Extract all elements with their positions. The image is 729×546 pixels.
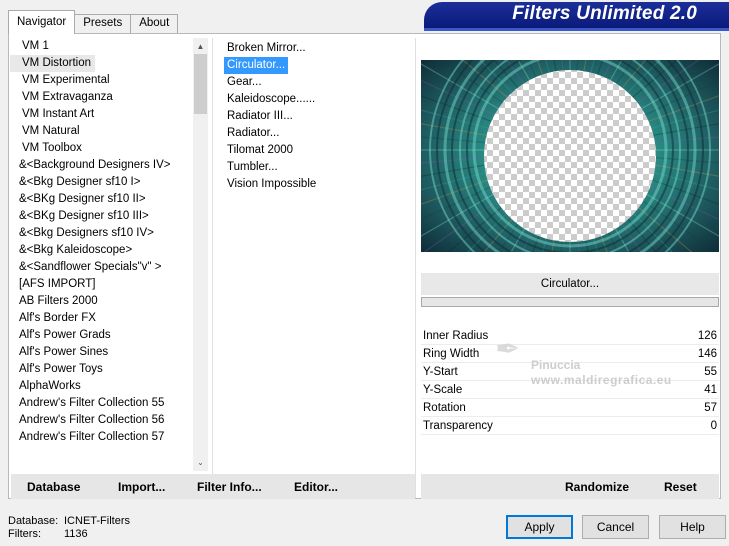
banner-title: Filters Unlimited 2.0 <box>512 3 697 24</box>
filter-item[interactable]: Radiator... <box>217 125 412 142</box>
parameter-list: Inner Radius 126 Ring Width 146 Y-Start … <box>421 327 719 435</box>
param-inner-radius[interactable]: Inner Radius 126 <box>421 327 719 345</box>
apply-button[interactable]: Apply <box>506 515 573 539</box>
filter-progress-bar <box>421 297 719 307</box>
filter-item[interactable]: Gear... <box>217 74 412 91</box>
category-scrollbar[interactable]: ▲ ⌄ <box>193 38 208 471</box>
param-label: Rotation <box>423 402 466 414</box>
tab-presets[interactable]: Presets <box>74 14 132 34</box>
param-value: 57 <box>704 402 717 414</box>
filter-info-button[interactable]: Filter Info... <box>197 480 262 494</box>
divider <box>415 38 416 498</box>
editor-button[interactable]: Editor... <box>294 480 338 494</box>
category-item[interactable]: VM 1 <box>10 38 193 55</box>
filter-item[interactable]: Vision Impossible <box>217 176 412 193</box>
filter-item[interactable]: Circulator... <box>224 57 289 74</box>
filter-item[interactable]: Tilomat 2000 <box>217 142 412 159</box>
filter-item[interactable]: Broken Mirror... <box>217 40 412 57</box>
category-item[interactable]: Andrew's Filter Collection 56 <box>10 412 193 429</box>
param-ring-width[interactable]: Ring Width 146 <box>421 345 719 363</box>
title-banner: Filters Unlimited 2.0 <box>424 2 729 28</box>
category-item[interactable]: VM Toolbox <box>10 140 193 157</box>
divider <box>212 38 213 498</box>
category-item[interactable]: &<Sandflower Specials"v" > <box>10 259 193 276</box>
filter-item[interactable]: Tumbler... <box>217 159 412 176</box>
database-label: Database: <box>8 515 59 527</box>
category-item[interactable]: AB Filters 2000 <box>10 293 193 310</box>
banner-strip <box>424 28 729 31</box>
database-value: ICNET-Filters <box>64 515 130 527</box>
filters-count-value: 1136 <box>64 528 88 540</box>
category-item[interactable]: Alf's Border FX <box>10 310 193 327</box>
database-info: Database: ICNET-Filters Filters: 1136 <box>8 515 130 541</box>
tab-navigator[interactable]: Navigator <box>8 10 76 34</box>
category-list[interactable]: VM 1 VM Distortion VM Experimental VM Extra… <box>10 38 193 471</box>
param-value: 0 <box>710 420 717 432</box>
category-item[interactable]: VM Experimental <box>10 72 193 89</box>
category-item[interactable]: Andrew's Filter Collection 55 <box>10 395 193 412</box>
cancel-button[interactable]: Cancel <box>582 515 649 539</box>
scrollbar-thumb[interactable] <box>194 54 207 114</box>
category-item[interactable]: VM Natural <box>10 123 193 140</box>
category-item[interactable]: &<BKg Designer sf10 III> <box>10 208 193 225</box>
tab-bar: Navigator Presets About <box>8 10 179 34</box>
param-rotation[interactable]: Rotation 57 <box>421 399 719 417</box>
filter-list[interactable]: Broken Mirror... Circulator... Gear... Kale… <box>217 40 412 193</box>
category-item[interactable]: Alf's Power Grads <box>10 327 193 344</box>
category-item[interactable]: Alf's Power Toys <box>10 361 193 378</box>
filters-count-label: Filters: <box>8 528 41 540</box>
filter-preview <box>421 60 719 252</box>
param-label: Transparency <box>423 420 493 432</box>
scroll-down-icon[interactable]: ⌄ <box>193 455 208 470</box>
category-item[interactable]: Alf's Power Sines <box>10 344 193 361</box>
randomize-button[interactable]: Randomize <box>565 480 629 494</box>
category-item[interactable]: VM Instant Art <box>10 106 193 123</box>
category-item[interactable]: Andrew's Filter Collection 57 <box>10 429 193 446</box>
category-item[interactable]: &<Bkg Designers sf10 IV> <box>10 225 193 242</box>
param-value: 126 <box>697 330 717 342</box>
param-transparency[interactable]: Transparency 0 <box>421 417 719 435</box>
param-label: Y-Scale <box>423 384 463 396</box>
category-item[interactable]: &<Bkg Kaleidoscope> <box>10 242 193 259</box>
reset-button[interactable]: Reset <box>664 480 697 494</box>
right-toolbar: Randomize Reset <box>421 474 719 499</box>
param-y-scale[interactable]: Y-Scale 41 <box>421 381 719 399</box>
import-button[interactable]: Import... <box>118 480 165 494</box>
help-button[interactable]: Help <box>659 515 726 539</box>
param-value: 41 <box>704 384 717 396</box>
category-item[interactable]: VM Extravaganza <box>10 89 193 106</box>
database-button[interactable]: Database <box>27 480 80 494</box>
category-item[interactable]: &<Background Designers IV> <box>10 157 193 174</box>
category-item[interactable]: VM Distortion <box>10 55 96 72</box>
param-label: Ring Width <box>423 348 480 360</box>
filter-title: Circulator... <box>421 273 719 295</box>
preview-image <box>421 60 719 252</box>
left-toolbar: Database Import... Filter Info... Editor… <box>11 474 415 499</box>
category-item[interactable]: &<Bkg Designer sf10 I> <box>10 174 193 191</box>
param-value: 146 <box>697 348 717 360</box>
param-label: Inner Radius <box>423 330 489 342</box>
param-label: Y-Start <box>423 366 458 378</box>
category-item[interactable]: &<BKg Designer sf10 II> <box>10 191 193 208</box>
tab-about[interactable]: About <box>130 14 179 34</box>
category-item[interactable]: AlphaWorks <box>10 378 193 395</box>
param-y-start[interactable]: Y-Start 55 <box>421 363 719 381</box>
scroll-up-icon[interactable]: ▲ <box>193 39 208 54</box>
filter-item[interactable]: Kaleidoscope...... <box>217 91 412 108</box>
filter-item[interactable]: Radiator III... <box>217 108 412 125</box>
category-item[interactable]: [AFS IMPORT] <box>10 276 193 293</box>
param-value: 55 <box>704 366 717 378</box>
